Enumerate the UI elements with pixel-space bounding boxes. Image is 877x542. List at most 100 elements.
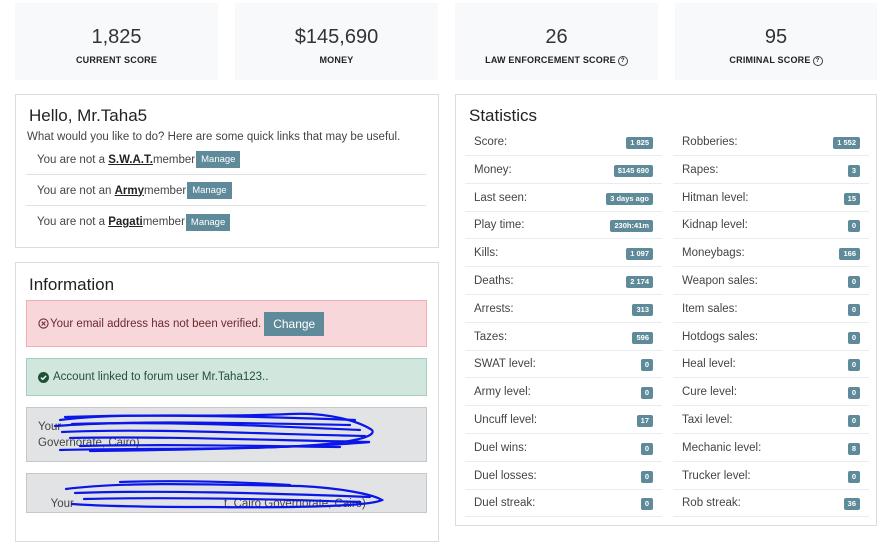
stat-name: Cure level:	[682, 386, 737, 399]
stat-value-badge: 0	[640, 359, 653, 372]
stat-value-badge: 0	[847, 303, 860, 316]
statistics-title: Statistics	[469, 106, 538, 125]
stat-row: Weapon sales: 0	[673, 268, 869, 295]
stat-name: SWAT level:	[474, 358, 536, 371]
stat-value-badge: 313	[632, 303, 653, 316]
stat-row: Last seen: 3 days ago	[465, 185, 662, 212]
army-link[interactable]: Army	[115, 185, 144, 197]
stat-row: Deaths: 2 174	[465, 268, 662, 295]
stat-name: Heal level:	[682, 358, 736, 371]
forum-linked-alert: Account linked to forum user Mr.Taha123.…	[26, 358, 427, 396]
stat-value-badge: 1 097	[626, 248, 653, 261]
stat-name: Deaths:	[474, 275, 514, 287]
stat-value-badge: 0	[847, 359, 860, 372]
stat-name: Duel streak:	[474, 497, 536, 510]
stat-row: Heal level: 0	[673, 351, 869, 379]
stat-row: Mechanic level: 8	[673, 435, 869, 462]
stat-row: Army level: 0	[465, 379, 662, 407]
redacted-info-alert-2: Your t, Cairo Governorate, Cairo)	[26, 473, 427, 513]
check-circle-icon	[38, 371, 49, 383]
manage-army-button[interactable]: Manage	[187, 182, 232, 199]
money-card: $145,690 MONEY	[235, 3, 438, 80]
stat-row: Arrests: 313	[465, 296, 662, 323]
stat-value-badge: 166	[839, 248, 860, 261]
stat-value-badge: 0	[640, 470, 653, 483]
stat-value-badge: 0	[847, 387, 860, 400]
pagati-membership-row: You are not a Pagati member Manage	[26, 207, 426, 237]
stat-row: Moneybags: 166	[673, 240, 869, 268]
stat-value-badge: 2 174	[626, 276, 653, 288]
hello-panel: Hello, Mr.Taha5 What would you like to d…	[15, 94, 439, 248]
stat-value-badge: 17	[636, 415, 653, 427]
stat-name: Uncuff level:	[474, 414, 538, 426]
stat-row: Duel streak: 0	[465, 490, 662, 518]
stat-row: Hitman level: 15	[673, 185, 869, 212]
stat-row: Rob streak: 36	[673, 490, 869, 518]
stat-name: Score:	[474, 136, 508, 148]
information-panel: Information Your email address has not b…	[15, 262, 439, 542]
stat-name: Taxi level:	[682, 414, 733, 426]
stat-value-badge: 0	[847, 470, 860, 483]
swat-membership-row: You are not a S.W.A.T. member Manage	[26, 145, 426, 175]
law-enforcement-score-label: LAW ENFORCEMENT SCORE	[485, 55, 616, 65]
stat-value-badge: 0	[847, 276, 860, 288]
stat-name: Trucker level:	[682, 469, 751, 482]
criminal-score-value: 95	[764, 26, 788, 48]
manage-swat-button[interactable]: Manage	[196, 151, 241, 168]
stat-value-badge: 3 days ago	[606, 192, 653, 205]
stat-name: Money:	[474, 163, 512, 176]
stat-name: Rapes:	[682, 163, 719, 176]
stat-row: Trucker level: 0	[673, 463, 869, 490]
stat-value-badge: 0	[847, 331, 860, 344]
stat-value-badge: $145 690	[613, 164, 653, 177]
stat-name: Duel wins:	[474, 441, 528, 454]
stat-name: Mechanic level:	[682, 441, 762, 454]
stat-row: Duel wins: 0	[465, 435, 662, 462]
stat-row: Duel losses: 0	[465, 463, 662, 490]
stat-name: Hotdogs sales:	[682, 330, 759, 343]
stat-name: Item sales:	[682, 302, 738, 315]
email-not-verified-alert: Your email address has not been verified…	[26, 300, 427, 347]
manage-pagati-button[interactable]: Manage	[185, 213, 231, 231]
stat-row: Money: $145 690	[465, 157, 662, 184]
stat-value-badge: 1 552	[833, 137, 860, 149]
stat-value-badge: 0	[640, 442, 653, 455]
army-membership-row: You are not an Army member Manage	[26, 176, 426, 206]
information-title: Information	[29, 275, 115, 294]
stat-value-badge: 8	[847, 442, 860, 455]
stat-value-badge: 1 825	[626, 137, 653, 149]
current-score-card: 1,825 CURRENT SCORE	[15, 3, 218, 80]
stat-row: SWAT level: 0	[465, 351, 662, 379]
law-enforcement-score-card: 26 LAW ENFORCEMENT SCORE?	[455, 3, 658, 80]
stat-name: Robberies:	[682, 136, 738, 148]
stat-value-badge: 0	[640, 387, 653, 400]
stat-row: Play time: 230h:41m	[465, 212, 662, 240]
stat-name: Hitman level:	[682, 191, 749, 204]
stat-row: Taxi level: 0	[673, 407, 869, 434]
hello-intro: What would you like to do? Here are some…	[27, 131, 401, 143]
stat-value-badge: 596	[632, 331, 653, 344]
stat-name: Moneybags:	[682, 247, 745, 260]
swat-link[interactable]: S.W.A.T.	[108, 154, 153, 166]
stat-row: Item sales: 0	[673, 296, 869, 323]
stat-name: Arrests:	[474, 302, 514, 315]
help-icon[interactable]: ?	[812, 55, 823, 66]
stat-name: Duel losses:	[474, 469, 537, 482]
statistics-panel: Statistics Score: 1 825 Money: $145 690 Last…	[455, 94, 877, 526]
stat-row: Tazes: 596	[465, 324, 662, 351]
stat-row: Score: 1 825	[465, 129, 662, 156]
pagati-link[interactable]: Pagati	[108, 216, 143, 228]
stat-row: Robberies: 1 552	[673, 129, 869, 156]
stat-name: Play time:	[474, 219, 525, 232]
stat-row: Rapes: 3	[673, 157, 869, 184]
change-email-button[interactable]: Change	[264, 311, 325, 336]
stat-row: Uncuff level: 17	[465, 407, 662, 434]
stat-value-badge: 3	[847, 164, 860, 177]
x-circle-icon	[38, 318, 49, 329]
stat-row: Hotdogs sales: 0	[673, 324, 869, 351]
email-alert-text: Your email address has not been verified…	[50, 317, 262, 330]
help-icon[interactable]: ?	[617, 55, 628, 66]
stat-value-badge: 0	[847, 220, 860, 233]
stat-value-badge: 15	[843, 192, 860, 205]
criminal-score-label: CRIMINAL SCORE	[729, 55, 811, 65]
